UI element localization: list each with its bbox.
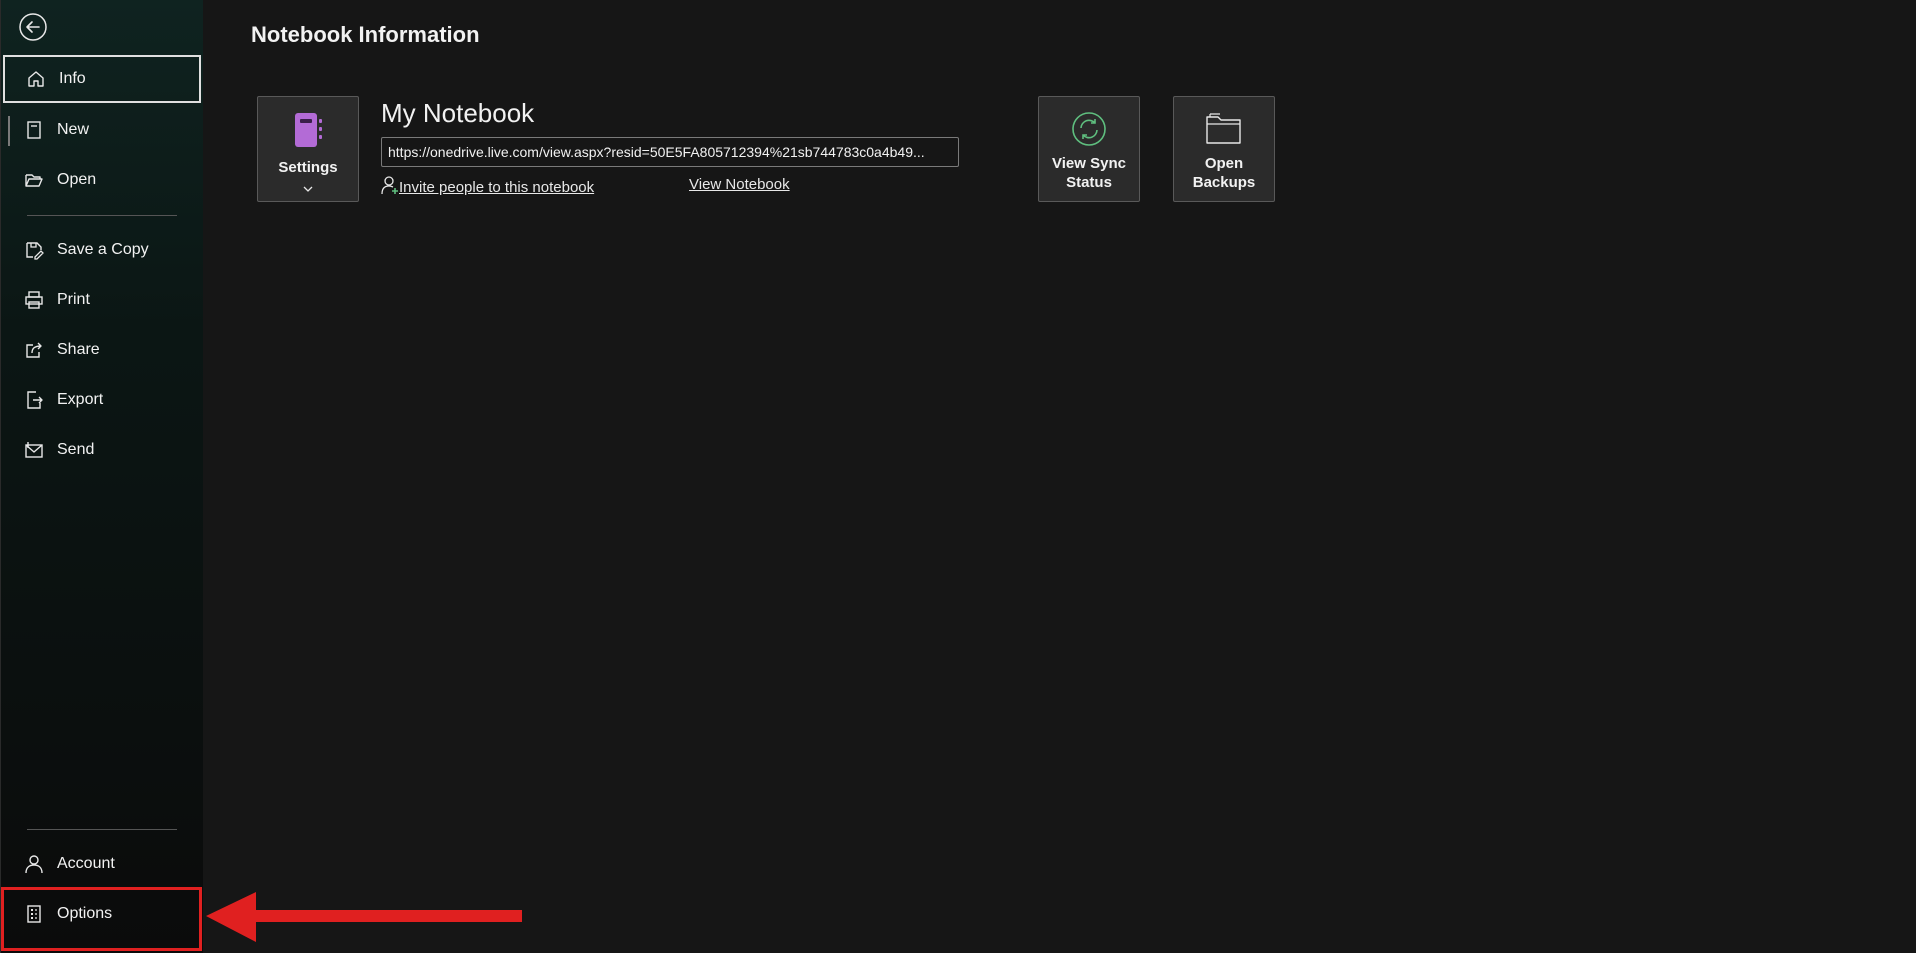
- view-sync-status-button[interactable]: View Sync Status: [1038, 96, 1140, 202]
- sidebar-item-send[interactable]: Send: [3, 426, 201, 474]
- sidebar-item-label: Save a Copy: [57, 241, 149, 258]
- sidebar-item-new[interactable]: New: [3, 106, 201, 154]
- main-content: Notebook Information Settings My Noteboo…: [202, 0, 1916, 953]
- sync-label-line2: Status: [1066, 174, 1112, 191]
- folder-icon: [1204, 111, 1244, 152]
- back-button[interactable]: [17, 11, 49, 43]
- new-notebook-icon: [23, 119, 45, 141]
- view-notebook-link[interactable]: View Notebook: [689, 176, 790, 193]
- sidebar-item-open[interactable]: Open: [3, 156, 201, 204]
- sidebar-divider: [27, 215, 177, 216]
- sidebar-item-label: Options: [57, 905, 113, 922]
- page-title: Notebook Information: [251, 22, 480, 47]
- invite-link-label: Invite people to this notebook: [399, 179, 595, 196]
- open-backups-button[interactable]: Open Backups: [1173, 96, 1275, 202]
- export-icon: [23, 389, 45, 411]
- annotation-arrow: [206, 892, 522, 942]
- sidebar-item-label: Send: [57, 441, 95, 458]
- send-icon: [23, 439, 45, 461]
- sync-label-line1: View Sync: [1052, 155, 1126, 172]
- sidebar-item-save-a-copy[interactable]: Save a Copy: [3, 226, 201, 274]
- notebook-url-field[interactable]: https://onedrive.live.com/view.aspx?resi…: [381, 137, 959, 167]
- sync-icon: [1071, 111, 1107, 152]
- sidebar-item-label: Info: [59, 70, 86, 87]
- folder-open-icon: [23, 169, 45, 191]
- share-icon: [23, 339, 45, 361]
- home-icon: [25, 68, 47, 90]
- sidebar-item-label: Print: [57, 291, 90, 308]
- sidebar-item-label: Share: [57, 341, 100, 358]
- person-icon: [23, 853, 45, 875]
- sidebar-item-export[interactable]: Export: [3, 376, 201, 424]
- notebook-name: My Notebook: [381, 98, 535, 128]
- sidebar-item-label: Account: [57, 855, 115, 872]
- sidebar-item-label: Open: [57, 171, 97, 188]
- chevron-down-icon: [303, 179, 313, 197]
- back-arrow-icon: [19, 13, 47, 41]
- add-person-icon: [381, 175, 399, 200]
- sidebar-item-options[interactable]: Options: [3, 890, 201, 938]
- backups-label-line2: Backups: [1192, 174, 1256, 191]
- sidebar-item-account[interactable]: Account: [3, 840, 201, 888]
- sidebar-divider: [27, 829, 177, 830]
- notebook-icon: [291, 111, 325, 154]
- settings-label: Settings: [278, 159, 338, 176]
- save-copy-icon: [23, 239, 45, 261]
- sidebar-item-info[interactable]: Info: [3, 55, 201, 103]
- invite-people-link[interactable]: Invite people to this notebook: [381, 175, 594, 200]
- backstage-sidebar: Info New Open Save a Copy Print Share Ex…: [0, 0, 203, 953]
- backups-label-line1: Open: [1204, 155, 1244, 172]
- options-icon: [23, 903, 45, 925]
- sidebar-item-label: New: [57, 121, 90, 138]
- printer-icon: [23, 289, 45, 311]
- sidebar-item-share[interactable]: Share: [3, 326, 201, 374]
- settings-button[interactable]: Settings: [257, 96, 359, 202]
- sidebar-item-label: Export: [57, 391, 104, 408]
- sidebar-item-print[interactable]: Print: [3, 276, 201, 324]
